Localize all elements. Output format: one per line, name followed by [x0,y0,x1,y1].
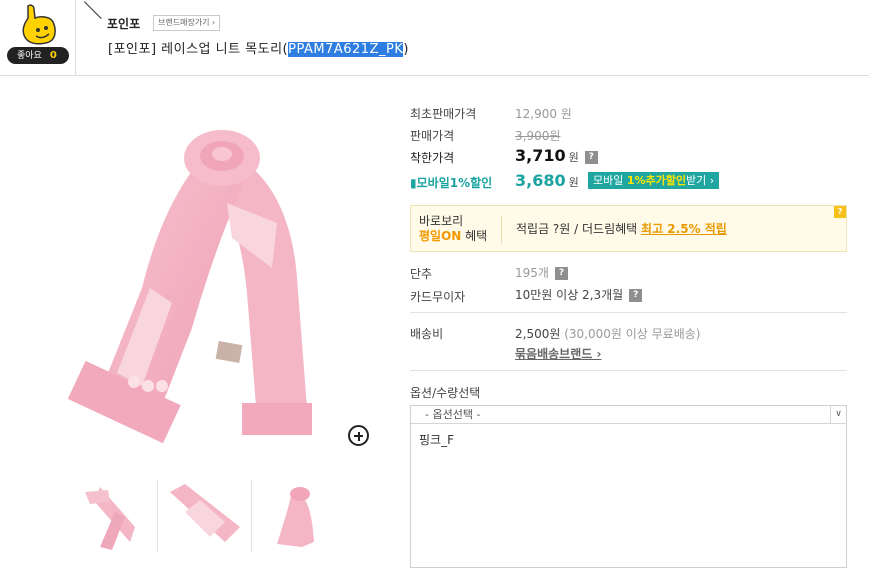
mobile-btn-suffix: 받기 › [686,174,715,187]
mobile-extra-discount-button[interactable]: 모바일 1%추가할인받기 › [588,172,720,189]
good-price: 3,710 원? [515,146,598,165]
benefit-weekday-on: 평일ON [419,229,462,243]
mobile-phone-icon: ▮ [410,176,417,190]
card-label: 카드무이자 [410,290,466,304]
original-price-value: 12,900 원 [515,107,572,121]
benefit-link[interactable]: 최고 2.5% 적립 [641,222,727,236]
like-thumb-icon [22,4,56,45]
help-icon[interactable]: ? [554,267,568,280]
thumbnail-2[interactable] [165,482,243,552]
divider [410,312,847,313]
benefit-box: 바로보리 평일ON 혜택 적립금 ?원 / 더드림혜택 최고 2.5% 적립 ? [410,205,847,252]
option-select[interactable]: - 옵션선택 - ∨ [411,406,846,424]
header-divider [84,1,102,19]
header-divider-line [0,75,869,76]
thumb-divider [157,480,158,552]
good-price-value: 3,710 [515,146,566,165]
bundle-shipping-link[interactable]: 묶음배송브랜드 › [515,345,601,362]
sale-price-label: 판매가격 [410,129,455,143]
mobile-btn-highlight: 1%추가할인 [626,174,687,187]
benefit-line2: 혜택 [461,229,488,243]
thumb-divider [251,480,252,552]
shipping-value: 2,500원 [515,327,561,341]
help-icon[interactable]: ? [629,289,643,302]
mobile-discount-label: ▮모바일1%할인 [410,174,492,191]
product-title: [포인포] 레이스업 니트 목도리(PPAM7A621Z_PK) [108,38,409,57]
product-code: PPAM7A621Z_PK [288,42,404,57]
benefit-divider [501,216,502,244]
thumbnail-1[interactable] [80,482,158,552]
mobile-discount-text: 모바일1%할인 [416,176,493,190]
shipping-label: 배송비 [410,327,444,341]
like-box[interactable]: 좋아요 0 [0,0,76,76]
thumbnail-3[interactable] [262,482,340,552]
zoom-plus-icon[interactable] [348,425,369,446]
like-label: 좋아요 [17,51,42,61]
good-price-unit: 원 [568,151,579,164]
mobile-btn-prefix: 모바일 [593,174,627,187]
stock-label: 단추 [410,267,433,281]
option-item[interactable]: 핑크_F [419,431,454,448]
benefit-title: 바로보리 평일ON 혜택 [419,214,487,244]
benefit-help-icon[interactable]: ? [834,206,846,218]
option-box: - 옵션선택 - ∨ 핑크_F [410,405,847,568]
option-title: 옵션/수량선택 [410,386,481,400]
brand-name[interactable]: 포인포 [107,15,140,32]
mobile-price: 3,680 원 [515,171,579,190]
product-main-image [67,130,312,444]
like-count: 0 [49,50,57,61]
shipping-note: (30,000원 이상 무료배송) [560,327,701,341]
option-select-placeholder: - 옵션선택 - [425,408,481,421]
help-icon[interactable]: ? [584,151,598,164]
product-title-text: [포인포] 레이스업 니트 목도리( [108,42,289,57]
stock: 195개? [515,264,568,281]
card-value: 10만원 이상 2,3개월 [515,288,624,302]
benefit-line1: 바로보리 [419,214,464,228]
divider [410,370,847,371]
mobile-price-unit: 원 [568,176,579,189]
original-price-label: 최초판매가격 [410,107,477,121]
product-title-end: ) [403,42,409,57]
mobile-price-value: 3,680 [515,171,566,190]
card: 10만원 이상 2,3개월? [515,286,643,303]
benefit-text: 적립금 ?원 / 더드림혜택 [516,222,642,236]
good-price-label: 착한가격 [410,151,455,165]
benefit-detail: 적립금 ?원 / 더드림혜택 최고 2.5% 적립 [516,220,727,237]
shipping: 2,500원 (30,000원 이상 무료배송) [515,325,700,342]
chevron-down-icon[interactable]: ∨ [830,406,846,423]
stock-value: 195개 [515,266,549,280]
brand-store-button[interactable]: 브랜드매장가기 › [153,15,221,31]
like-count-badge: 좋아요 0 [7,47,69,64]
sale-price-value: 3,900원 [515,129,561,143]
